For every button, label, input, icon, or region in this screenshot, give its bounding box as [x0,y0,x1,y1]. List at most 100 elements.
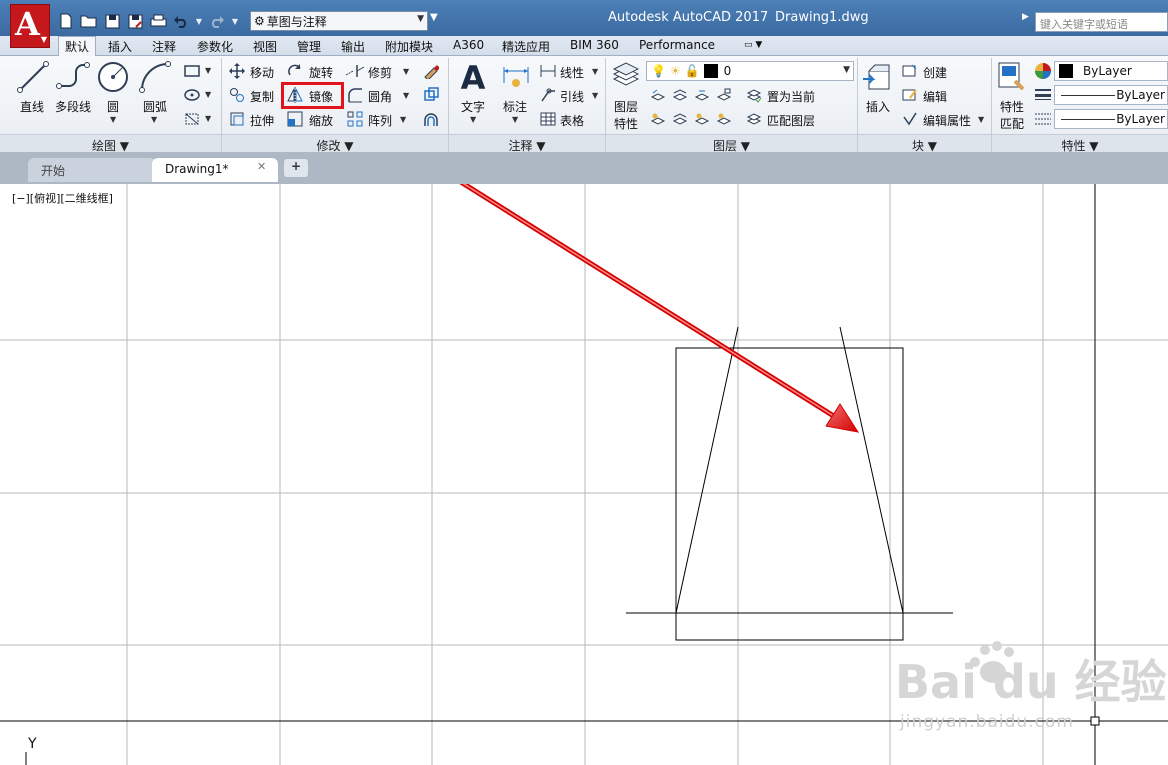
boundary-dropdown-icon[interactable]: ▼ [205,114,211,123]
explode-icon[interactable] [422,86,440,104]
table-label[interactable]: 表格 [560,112,584,129]
text-tool-icon[interactable]: A [456,59,490,97]
tab-performance[interactable]: Performance [639,36,715,56]
redo-dropdown-icon[interactable]: ▼ [230,17,240,26]
file-tab-start[interactable]: 开始 [28,158,156,182]
tab-default[interactable]: 默认 [58,36,97,57]
rotate-label[interactable]: 旋转 [309,64,333,81]
customize-toolbar-icon[interactable]: ▼ [430,12,438,23]
tab-bim360[interactable]: BIM 360 [570,36,619,56]
workspace-switcher[interactable]: ⚙ 草图与注释 ▼ [250,11,428,31]
fillet-label[interactable]: 圆角 [368,88,392,105]
annotation-panel-title[interactable]: 注释 ▼ [449,134,605,153]
tab-parametric[interactable]: 参数化 [197,36,233,56]
table-icon[interactable] [539,110,557,128]
fillet-dropdown-icon[interactable]: ▼ [403,91,409,100]
fillet-icon[interactable] [345,86,365,104]
tab-view[interactable]: 视图 [253,36,277,56]
layers-panel-title[interactable]: 图层 ▼ [606,134,857,153]
offset-icon[interactable] [422,110,440,128]
leader-label[interactable]: 引线 [560,88,584,105]
linear-dropdown-icon[interactable]: ▼ [592,67,598,76]
hatch-dropdown-icon[interactable]: ▼ [205,90,211,99]
tab-output[interactable]: 输出 [341,36,365,56]
layer-state-icons-row-1[interactable] [650,86,740,104]
plot-icon[interactable] [148,11,168,31]
trim-label[interactable]: 修剪 [368,64,392,81]
edit-attribute-label[interactable]: 编辑属性 [923,112,971,129]
rectangle-tool-icon[interactable] [182,62,202,80]
tab-annotate[interactable]: 注释 [152,36,176,56]
dimension-tool-label[interactable]: 标注 [503,98,527,115]
circle-tool-icon[interactable] [96,60,130,94]
text-tool-label[interactable]: 文字 [461,98,485,115]
linear-dim-label[interactable]: 线性 [560,64,584,81]
edit-attribute-icon[interactable] [901,110,919,128]
tab-a360[interactable]: A360 [453,36,484,56]
edit-block-label[interactable]: 编辑 [923,88,947,105]
match-layer-icon[interactable] [745,110,763,128]
circle-tool-label[interactable]: 圆 [107,98,119,115]
set-current-label[interactable]: 置为当前 [767,88,815,105]
move-icon[interactable] [228,62,246,80]
leader-icon[interactable] [539,86,557,104]
edit-block-icon[interactable] [901,86,919,104]
copy-icon[interactable] [228,86,246,104]
array-label[interactable]: 阵列 [368,112,392,129]
lineweight-dropdown[interactable]: ByLayer [1054,85,1168,105]
redo-icon[interactable] [207,11,227,31]
tab-manage[interactable]: 管理 [297,36,321,56]
undo-icon[interactable] [171,11,191,31]
dimension-dropdown-icon[interactable]: ▼ [512,115,518,124]
trim-icon[interactable] [345,62,365,80]
rectangle-dropdown-icon[interactable]: ▼ [205,66,211,75]
linetype-dropdown[interactable]: ByLayer [1054,109,1168,129]
tab-insert[interactable]: 插入 [108,36,132,56]
move-label[interactable]: 移动 [250,64,274,81]
search-input[interactable]: 键入关键字或短语 [1035,12,1168,32]
text-dropdown-icon[interactable]: ▼ [470,115,476,124]
match-properties-icon[interactable] [996,60,1028,94]
erase-icon[interactable] [422,62,440,80]
rotate-icon[interactable] [286,62,304,80]
circle-dropdown-icon[interactable]: ▼ [110,115,116,124]
dimension-tool-icon[interactable] [500,62,532,94]
color-dropdown[interactable]: ByLayer [1054,61,1168,81]
open-folder-icon[interactable] [79,11,99,31]
properties-panel-title[interactable]: 特性 ▼ [992,134,1168,153]
arc-dropdown-icon[interactable]: ▼ [151,115,157,124]
scale-icon[interactable] [286,110,304,128]
save-as-icon[interactable] [125,11,145,31]
modify-panel-title[interactable]: 修改 ▼ [222,134,448,153]
array-dropdown-icon[interactable]: ▼ [400,115,406,124]
match-properties-label-1[interactable]: 特性 [1000,98,1024,115]
tab-featured-apps[interactable]: 精选应用 [502,36,550,56]
polyline-tool-label[interactable]: 多段线 [55,98,91,115]
close-icon[interactable]: ✕ [257,160,266,173]
new-file-icon[interactable] [56,11,76,31]
array-icon[interactable] [345,110,365,128]
viewport-controls[interactable]: [−][俯视][二维线框] [12,190,113,206]
application-menu-button[interactable]: A ▼ [10,4,50,48]
arc-tool-label[interactable]: 圆弧 [143,98,167,115]
line-tool-label[interactable]: 直线 [20,98,44,115]
hatch-tool-icon[interactable] [182,86,202,104]
arc-tool-icon[interactable] [138,60,172,94]
insert-block-label[interactable]: 插入 [866,98,890,115]
layer-properties-label-1[interactable]: 图层 [614,98,638,115]
trim-dropdown-icon[interactable]: ▼ [403,67,409,76]
scale-label[interactable]: 缩放 [309,112,333,129]
draw-panel-title[interactable]: 绘图 ▼ [0,134,221,153]
copy-label[interactable]: 复制 [250,88,274,105]
stretch-label[interactable]: 拉伸 [250,112,274,129]
match-properties-label-2[interactable]: 匹配 [1000,115,1024,132]
create-block-label[interactable]: 创建 [923,64,947,81]
tab-addins[interactable]: 附加模块 [385,36,433,56]
set-current-icon[interactable] [745,86,763,104]
layer-properties-label-2[interactable]: 特性 [614,115,638,132]
search-expand-icon[interactable]: ▶ [1022,12,1034,32]
stretch-icon[interactable] [228,110,246,128]
match-layer-label[interactable]: 匹配图层 [767,112,815,129]
layer-properties-icon[interactable] [610,60,642,92]
boundary-tool-icon[interactable] [182,110,202,128]
